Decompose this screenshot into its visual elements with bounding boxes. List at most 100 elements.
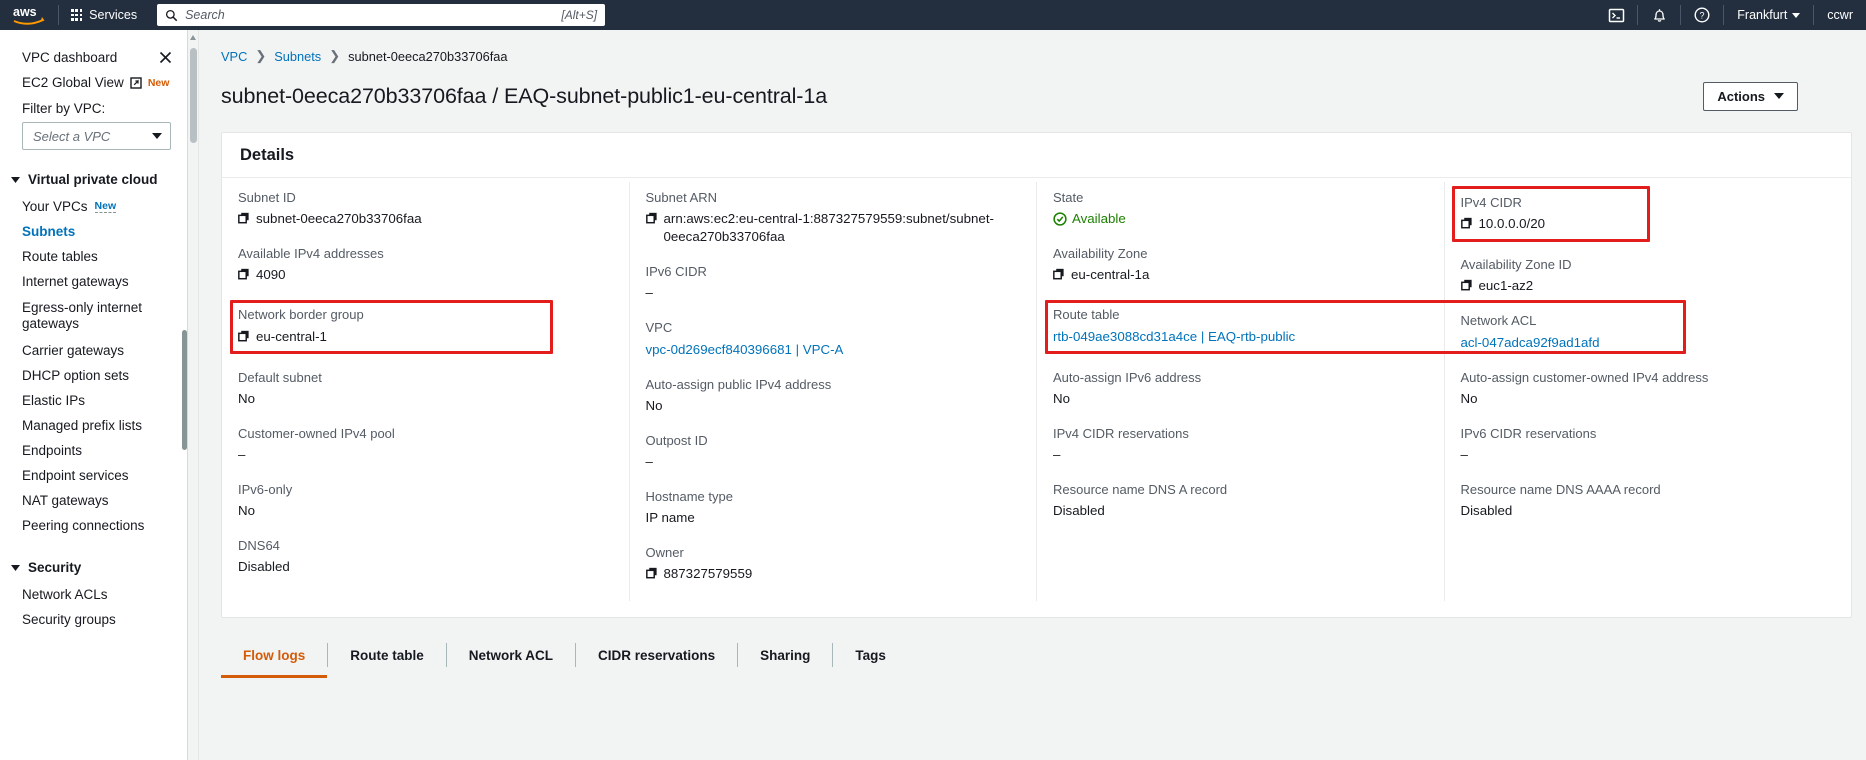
actions-label: Actions bbox=[1717, 88, 1765, 104]
sidebar-item-route-tables[interactable]: Route tables bbox=[0, 244, 187, 269]
sidebar-group-security[interactable]: Security bbox=[0, 552, 187, 582]
copy-icon[interactable] bbox=[238, 330, 250, 342]
sidebar-scrollbar[interactable] bbox=[182, 330, 187, 450]
field-label: VPC bbox=[645, 320, 673, 336]
copy-icon[interactable] bbox=[645, 212, 658, 224]
sidebar-item-endpoints[interactable]: Endpoints bbox=[0, 438, 187, 463]
field-value: eu-central-1a bbox=[1053, 266, 1428, 284]
field-resource-name-dns-a-record: Resource name DNS A record Disabled bbox=[1053, 482, 1428, 520]
tab-tags[interactable]: Tags bbox=[833, 632, 908, 678]
status-badge: Available bbox=[1053, 210, 1126, 228]
copy-icon[interactable] bbox=[1053, 268, 1065, 280]
sidebar-item-peering-connections[interactable]: Peering connections bbox=[0, 513, 187, 538]
field-value: eu-central-1 bbox=[238, 328, 613, 346]
search-input[interactable] bbox=[185, 8, 562, 22]
services-menu-button[interactable]: Services bbox=[59, 0, 149, 30]
region-label: Frankfurt bbox=[1737, 8, 1788, 22]
field-label: Resource name DNS AAAA record bbox=[1460, 481, 1661, 497]
sidebar-group-virtual-private-cloud[interactable]: Virtual private cloud bbox=[0, 164, 187, 194]
field-text: 887327579559 bbox=[663, 566, 753, 582]
sidebar-item-carrier-gateways[interactable]: Carrier gateways bbox=[0, 338, 187, 363]
breadcrumb-item-vpc[interactable]: VPC bbox=[221, 49, 247, 64]
sidebar-item-elastic-ips[interactable]: Elastic IPs bbox=[0, 388, 187, 413]
tab-sharing[interactable]: Sharing bbox=[738, 632, 832, 678]
field-label: Owner bbox=[645, 545, 684, 561]
field-text: Available bbox=[1072, 211, 1126, 227]
page-title: subnet-0eeca270b33706faa / EAQ-subnet-pu… bbox=[221, 83, 828, 108]
sidebar-item-your-vpcs[interactable]: Your VPCs New bbox=[0, 194, 187, 219]
account-menu[interactable]: ccwr bbox=[1814, 0, 1866, 30]
field-value: – bbox=[1053, 446, 1428, 464]
field-text: Disabled bbox=[1053, 503, 1105, 519]
sidebar-item-egress-only-internet-gateways[interactable]: Egress-only internet gateways bbox=[0, 294, 187, 338]
filter-by-vpc-label: Filter by VPC: bbox=[22, 101, 106, 116]
sidebar-group-label: Security bbox=[28, 559, 82, 575]
close-icon[interactable] bbox=[158, 50, 173, 65]
copy-icon[interactable] bbox=[645, 567, 658, 579]
caret-down-icon bbox=[11, 564, 20, 571]
field-text: No bbox=[238, 503, 255, 519]
sidebar-title[interactable]: VPC dashboard bbox=[22, 50, 117, 65]
field-subnet-arn: Subnet ARN arn:aws:ec2:eu-central-1:8873… bbox=[646, 190, 1021, 246]
tab-label: Network ACL bbox=[468, 647, 554, 663]
field-label: State bbox=[1053, 190, 1084, 205]
copy-icon[interactable] bbox=[238, 268, 250, 280]
copy-icon[interactable] bbox=[1460, 279, 1473, 291]
field-value: 4090 bbox=[238, 266, 613, 284]
tab-network-acl[interactable]: Network ACL bbox=[447, 632, 575, 678]
field-value: 887327579559 bbox=[645, 565, 1021, 583]
vpc-filter-select[interactable]: Select a VPC bbox=[22, 122, 171, 150]
field-label: Network ACL bbox=[1460, 313, 1537, 329]
ec2-global-view-label: EC2 Global View bbox=[22, 75, 124, 90]
sidebar-item-endpoint-services[interactable]: Endpoint services bbox=[0, 463, 187, 488]
actions-button[interactable]: Actions bbox=[1703, 81, 1798, 111]
main-scrollbar-thumb[interactable] bbox=[190, 48, 197, 143]
scroll-up-arrow-icon[interactable] bbox=[190, 35, 196, 40]
field-resource-name-dns-aaaa-record: Resource name DNS AAAA record Disabled bbox=[1461, 482, 1836, 520]
field-ipv6-cidr: IPv6 CIDR – bbox=[646, 264, 1021, 302]
help-icon[interactable]: ? bbox=[1681, 0, 1723, 30]
tab-flow-logs[interactable]: Flow logs bbox=[221, 632, 328, 679]
sidebar-item-nat-gateways[interactable]: NAT gateways bbox=[0, 488, 187, 513]
route-table-link[interactable]: rtb-049ae3088cd31a4ce | EAQ-rtb-public bbox=[1053, 328, 1428, 346]
aws-logo[interactable]: aws bbox=[0, 0, 58, 30]
region-selector[interactable]: Frankfurt bbox=[1724, 0, 1813, 30]
field-label: Available IPv4 addresses bbox=[238, 246, 384, 262]
field-label: Customer-owned IPv4 pool bbox=[238, 425, 395, 441]
vpc-link[interactable]: vpc-0d269ecf840396681 | VPC-A bbox=[646, 341, 1021, 359]
tab-cidr-reservations[interactable]: CIDR reservations bbox=[576, 632, 737, 678]
field-text: 10.0.0.0/20 bbox=[1478, 216, 1546, 232]
field-value: – bbox=[646, 453, 1021, 471]
field-label: IPv4 CIDR reservations bbox=[1053, 425, 1189, 441]
main-scrollbar[interactable] bbox=[188, 30, 199, 760]
copy-icon[interactable] bbox=[1460, 217, 1473, 229]
field-text: Disabled bbox=[1460, 503, 1513, 519]
sidebar-item-label: Subnets bbox=[22, 223, 76, 239]
cloudshell-icon[interactable] bbox=[1595, 0, 1637, 30]
network-acl-link[interactable]: acl-047adca92f9ad1afd bbox=[1461, 334, 1836, 352]
sidebar-item-label: Managed prefix lists bbox=[22, 417, 143, 433]
tab-label: Flow logs bbox=[243, 647, 306, 663]
field-value: No bbox=[238, 390, 613, 408]
sidebar-item-network-acls[interactable]: Network ACLs bbox=[0, 582, 187, 607]
sidebar-item-subnets[interactable]: Subnets bbox=[0, 219, 187, 244]
tab-route-table[interactable]: Route table bbox=[328, 632, 446, 678]
sidebar-item-internet-gateways[interactable]: Internet gateways bbox=[0, 269, 187, 294]
global-search-box[interactable]: [Alt+S] bbox=[157, 4, 606, 26]
sidebar-item-dhcp-option-sets[interactable]: DHCP option sets bbox=[0, 363, 187, 388]
field-ipv6-only: IPv6-only No bbox=[238, 482, 613, 520]
new-badge: New bbox=[94, 200, 117, 213]
sidebar-item-ec2-global-view[interactable]: EC2 Global View New bbox=[0, 70, 187, 95]
check-circle-icon bbox=[1053, 212, 1067, 226]
sidebar-item-security-groups[interactable]: Security groups bbox=[0, 607, 187, 632]
copy-icon[interactable] bbox=[238, 212, 250, 224]
breadcrumb-item-subnets[interactable]: Subnets bbox=[274, 49, 321, 64]
field-value: Disabled bbox=[238, 558, 613, 576]
sidebar-item-managed-prefix-lists[interactable]: Managed prefix lists bbox=[0, 413, 187, 438]
field-value: arn:aws:ec2:eu-central-1:887327579559:su… bbox=[645, 210, 1021, 246]
field-label: Network border group bbox=[238, 307, 364, 323]
field-text: eu-central-1 bbox=[256, 328, 327, 344]
field-text: IP name bbox=[645, 510, 695, 526]
tab-label: Tags bbox=[855, 647, 886, 663]
bell-icon[interactable] bbox=[1638, 0, 1680, 30]
